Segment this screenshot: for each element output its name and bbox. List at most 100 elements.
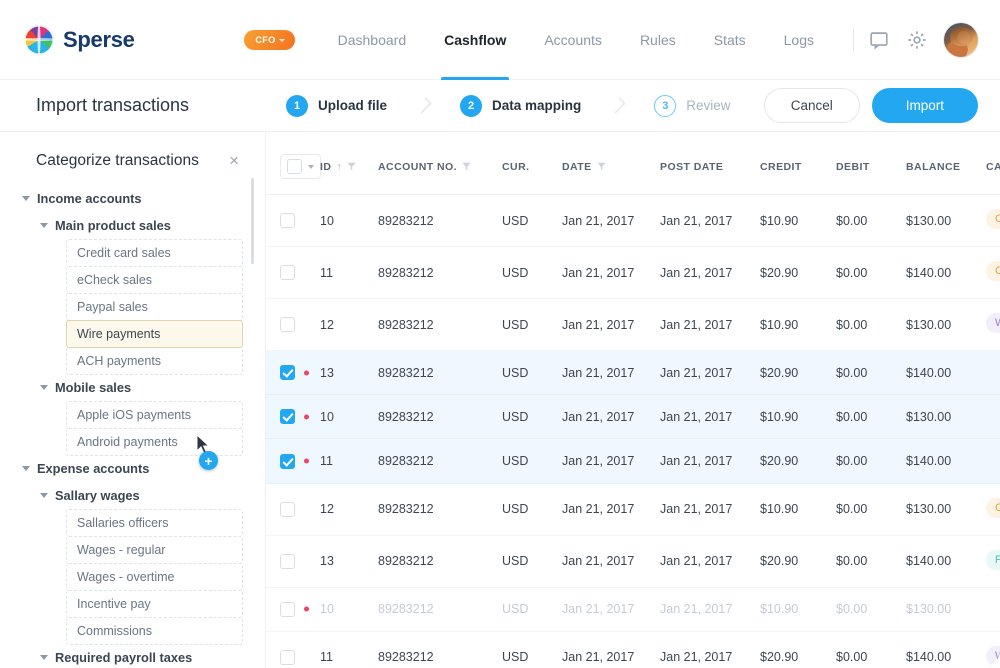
col-category[interactable]: CAT xyxy=(986,132,1000,195)
table-row[interactable]: 1389283212USDJan 21, 2017Jan 21, 2017$20… xyxy=(266,535,1000,587)
table-row[interactable]: 1089283212USDJan 21, 2017Jan 21, 2017$10… xyxy=(266,195,1000,247)
chevron-down-icon[interactable] xyxy=(308,165,314,169)
table-body: 1089283212USDJan 21, 2017Jan 21, 2017$10… xyxy=(266,195,1000,668)
category-tag[interactable]: Cr xyxy=(986,498,1000,518)
col-debit[interactable]: DEBIT xyxy=(836,132,906,195)
row-checkbox[interactable] xyxy=(280,265,295,280)
step-label-data-mapping: Data mapping xyxy=(492,98,581,113)
col-select-all xyxy=(266,132,320,195)
import-button[interactable]: Import xyxy=(872,88,978,123)
table-row[interactable]: 1289283212USDJan 21, 2017Jan 21, 2017$10… xyxy=(266,299,1000,351)
step-upload-file[interactable]: 1 Upload file xyxy=(286,95,387,117)
category-tag[interactable]: P xyxy=(986,550,1000,570)
nav-item-logs[interactable]: Logs xyxy=(765,0,833,80)
tree-leaf-credit-card-sales[interactable]: Credit card sales xyxy=(66,239,243,267)
tree-leaf-commissions[interactable]: Commissions xyxy=(66,617,243,645)
row-checkbox[interactable] xyxy=(280,602,295,617)
select-all-checkbox[interactable] xyxy=(287,159,302,174)
row-checkbox[interactable] xyxy=(280,554,295,569)
tree-group-income-accounts[interactable]: Income accounts xyxy=(14,185,243,212)
row-checkbox[interactable] xyxy=(280,502,295,517)
caret-down-icon[interactable] xyxy=(40,385,48,390)
row-checkbox[interactable] xyxy=(280,365,295,380)
nav-item-stats[interactable]: Stats xyxy=(695,0,765,80)
close-icon[interactable]: × xyxy=(225,150,243,171)
nav-item-accounts[interactable]: Accounts xyxy=(525,0,621,80)
col-balance[interactable]: BALANCE xyxy=(906,132,986,195)
row-checkbox[interactable] xyxy=(280,650,295,665)
cell-balance: $140.00 xyxy=(906,535,986,587)
category-tag[interactable]: Wi xyxy=(986,313,1000,333)
table-row[interactable]: 1189283212USDJan 21, 2017Jan 21, 2017$20… xyxy=(266,247,1000,299)
tree-leaf-echeck-sales[interactable]: eCheck sales xyxy=(66,266,243,294)
tree-leaf-apple-ios-payments[interactable]: Apple iOS payments xyxy=(66,401,243,429)
transactions-table: ID ↑ ACCOUNT NO. CUR. xyxy=(266,132,1000,668)
chat-icon[interactable] xyxy=(868,29,890,51)
tree-leaf-wages-regular[interactable]: Wages - regular xyxy=(66,536,243,564)
table-row[interactable]: 1289283212USDJan 21, 2017Jan 21, 2017$10… xyxy=(266,483,1000,535)
add-category-button[interactable]: + xyxy=(199,451,218,470)
cell-category: P xyxy=(986,535,1000,587)
category-tag[interactable]: Cr xyxy=(986,209,1000,229)
step-separator-icon xyxy=(415,97,432,114)
table-row[interactable]: 1089283212USDJan 21, 2017Jan 21, 2017$10… xyxy=(266,587,1000,631)
filter-icon[interactable] xyxy=(462,162,471,171)
tree-leaf-wire-payments[interactable]: Wire payments xyxy=(66,320,243,348)
nav-item-cashflow[interactable]: Cashflow xyxy=(425,0,525,80)
category-tag[interactable]: Cr xyxy=(986,261,1000,281)
tree-group-sallary-wages[interactable]: Sallary wages xyxy=(14,482,243,509)
step-data-mapping[interactable]: 2 Data mapping xyxy=(460,95,581,117)
row-checkbox[interactable] xyxy=(280,409,295,424)
sort-asc-icon[interactable]: ↑ xyxy=(336,161,342,173)
tree-leaf-sallaries-officers[interactable]: Sallaries officers xyxy=(66,509,243,537)
caret-down-icon[interactable] xyxy=(40,655,48,660)
tree-leaf-incentive-pay[interactable]: Incentive pay xyxy=(66,590,243,618)
nav-item-rules[interactable]: Rules xyxy=(621,0,695,80)
tree-group-required-payroll-taxes[interactable]: Required payroll taxes xyxy=(14,644,243,668)
tree-leaf-android-payments[interactable]: Android payments xyxy=(66,428,243,456)
col-currency-label: CUR. xyxy=(502,161,529,173)
table-row[interactable]: 1389283212USDJan 21, 2017Jan 21, 2017$20… xyxy=(266,351,1000,395)
col-currency[interactable]: CUR. xyxy=(502,132,562,195)
cfo-badge[interactable]: CFO xyxy=(244,30,294,50)
select-all-control[interactable] xyxy=(280,154,321,179)
col-account-no[interactable]: ACCOUNT NO. xyxy=(378,132,502,195)
row-checkbox[interactable] xyxy=(280,454,295,469)
avatar[interactable] xyxy=(944,23,978,57)
table-row[interactable]: 1189283212USDJan 21, 2017Jan 21, 2017$20… xyxy=(266,439,1000,483)
col-id[interactable]: ID ↑ xyxy=(320,132,378,195)
cell-category xyxy=(986,395,1000,439)
cell-id: 11 xyxy=(320,247,378,299)
step-separator-icon xyxy=(609,97,626,114)
tree-group-mobile-sales[interactable]: Mobile sales xyxy=(14,374,243,401)
filter-icon[interactable] xyxy=(347,162,356,171)
col-post-date[interactable]: POST DATE xyxy=(660,132,760,195)
col-date[interactable]: DATE xyxy=(562,132,660,195)
cancel-button[interactable]: Cancel xyxy=(764,88,860,123)
category-tag[interactable]: Wi xyxy=(986,646,1000,666)
caret-down-icon[interactable] xyxy=(40,223,48,228)
filter-icon[interactable] xyxy=(597,162,606,171)
step-review[interactable]: 3 Review xyxy=(654,95,730,117)
row-checkbox[interactable] xyxy=(280,317,295,332)
tree-leaf-ach-payments[interactable]: ACH payments xyxy=(66,347,243,375)
tree-leaf-wages-overtime[interactable]: Wages - overtime xyxy=(66,563,243,591)
nav-item-dashboard[interactable]: Dashboard xyxy=(319,0,426,80)
cell-debit: $0.00 xyxy=(836,299,906,351)
cell-select xyxy=(266,195,320,247)
col-debit-label: DEBIT xyxy=(836,161,870,173)
col-credit[interactable]: CREDIT xyxy=(760,132,836,195)
table-row[interactable]: 1189283212USDJan 21, 2017Jan 21, 2017$20… xyxy=(266,631,1000,668)
cell-category: Wi xyxy=(986,631,1000,668)
brand-logo[interactable]: Sperse xyxy=(24,25,135,55)
table-row[interactable]: 1089283212USDJan 21, 2017Jan 21, 2017$10… xyxy=(266,395,1000,439)
row-checkbox[interactable] xyxy=(280,213,295,228)
caret-down-icon[interactable] xyxy=(22,466,30,471)
caret-down-icon[interactable] xyxy=(40,493,48,498)
tree-group-main-product-sales[interactable]: Main product sales xyxy=(14,212,243,239)
col-account-no-label: ACCOUNT NO. xyxy=(378,161,457,173)
cell-select xyxy=(266,395,320,439)
tree-leaf-paypal-sales[interactable]: Paypal sales xyxy=(66,293,243,321)
caret-down-icon[interactable] xyxy=(22,196,30,201)
gear-icon[interactable] xyxy=(906,29,928,51)
